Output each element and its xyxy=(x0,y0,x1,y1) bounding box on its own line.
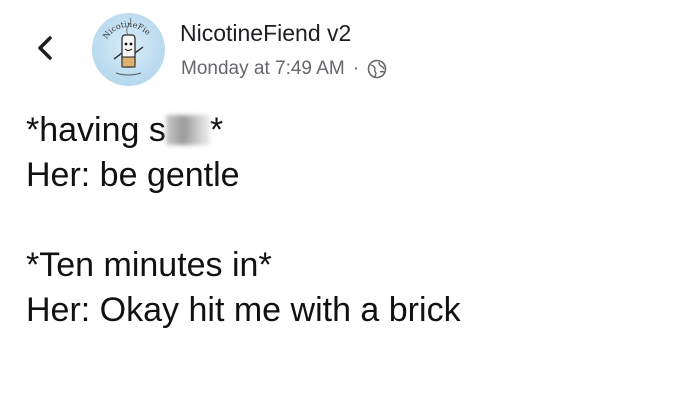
globe-icon[interactable] xyxy=(367,59,387,79)
post-line-1-suffix: * xyxy=(209,111,224,149)
avatar-image: NicotineFie xyxy=(101,17,153,76)
post-line-2: Her: be gentle xyxy=(26,156,240,194)
author-name[interactable]: NicotineFiend v2 xyxy=(180,20,351,47)
post-body: *having s * Her: be gentle *Ten minutes i… xyxy=(26,108,461,333)
censored-blur xyxy=(165,115,210,145)
meta-separator: · xyxy=(352,58,360,79)
chevron-left-icon xyxy=(38,36,52,60)
post-line-1: *having s * xyxy=(26,108,461,153)
post-line-1-prefix: *having s xyxy=(26,111,166,149)
post-line-3: *Ten minutes in* xyxy=(26,246,272,284)
post-line-4: Her: Okay hit me with a brick xyxy=(26,291,461,329)
post-meta: Monday at 7:49 AM · xyxy=(181,58,387,80)
timestamp[interactable]: Monday at 7:49 AM xyxy=(181,58,345,80)
back-button[interactable] xyxy=(30,33,60,63)
avatar[interactable]: NicotineFie xyxy=(92,13,165,86)
